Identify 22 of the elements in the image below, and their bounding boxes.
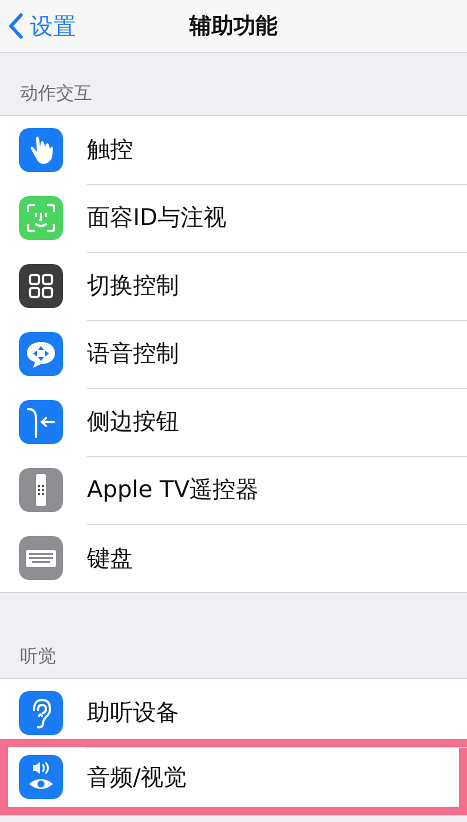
- row-label: Apple TV遥控器: [87, 476, 259, 505]
- settings-row[interactable]: 切换控制: [0, 252, 467, 320]
- settings-row[interactable]: 键盘: [0, 524, 467, 592]
- settings-row[interactable]: 面容ID与注视: [0, 184, 467, 252]
- highlighted-row[interactable]: 音频/视觉: [0, 739, 467, 815]
- chevron-icon: [6, 12, 26, 40]
- row-label: 切换控制: [87, 272, 179, 301]
- row-label: 助听设备: [87, 699, 179, 728]
- row-label: 语音控制: [87, 340, 179, 369]
- settings-row[interactable]: 侧边按钮: [0, 388, 467, 456]
- row-label: 音频/视觉: [87, 764, 187, 792]
- nav-title: 辅助功能: [190, 13, 278, 41]
- row-label: 面容ID与注视: [87, 204, 226, 233]
- section-header: 听觉: [19, 645, 57, 669]
- row-label: 触控: [87, 136, 133, 165]
- row-label: 键盘: [87, 544, 133, 574]
- settings-row[interactable]: 语音控制: [0, 320, 467, 388]
- settings-row[interactable]: Apple TV遥控器: [0, 456, 467, 524]
- section-header: 动作交互: [19, 82, 93, 106]
- settings-row[interactable]: 触控: [0, 116, 467, 184]
- row-label: 侧边按钮: [87, 408, 179, 437]
- back-button[interactable]: 设置: [6, 0, 76, 52]
